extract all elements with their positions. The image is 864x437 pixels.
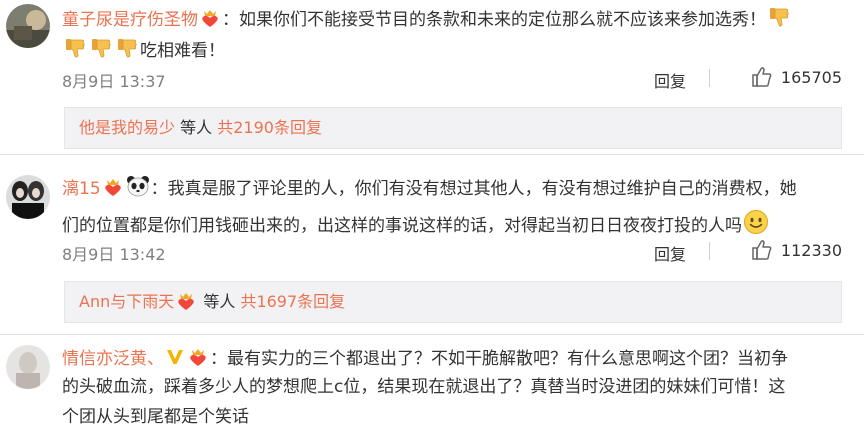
comment-username[interactable]: 情信亦泛黄、 xyxy=(62,349,164,369)
replies-summary-box[interactable]: 他是我的易少 等人 共2190条回复 xyxy=(64,107,842,149)
vip-heart-crown-icon xyxy=(187,347,209,372)
comment-meta: 8月9日 13:37 回复 165705 xyxy=(62,66,842,92)
replies-count-link[interactable]: 共1697条回复 xyxy=(240,292,345,311)
comment-text: 童子尿是疗伤圣物 ：如果你们不能接受节目的条款和未来的定位那么就不应该来参加选秀！ xyxy=(62,5,850,34)
comment-time: 8月9日 13:42 xyxy=(62,245,166,264)
replies-mid-text: 等人 xyxy=(203,292,236,311)
smile-emoji xyxy=(743,209,769,240)
comment-text: 情信亦泛黄、 ：最有实力的三个都退出了？不如干脆解散吧？有什么意思啊这个团？当初争 xyxy=(62,347,850,372)
comment-username[interactable]: 童子尿是疗伤圣物 xyxy=(62,10,198,30)
comment-username[interactable]: 漓15 xyxy=(62,179,101,199)
like-count: 112330 xyxy=(780,240,842,260)
thumbs-down-emoji xyxy=(63,36,87,65)
reply-user-link[interactable]: Ann与下雨天 xyxy=(79,292,174,311)
like-button[interactable]: 112330 xyxy=(751,239,842,261)
vip-heart-crown-icon xyxy=(175,286,197,326)
thumbs-down-emoji xyxy=(89,36,113,65)
comment-body-line: ：如果你们不能接受节目的条款和未来的定位那么就不应该来参加选秀！ xyxy=(222,10,766,30)
vip-heart-crown-icon xyxy=(102,177,124,202)
comment-item: 童子尿是疗伤圣物 ：如果你们不能接受节目的条款和未来的定位那么就不应该来参加选秀！… xyxy=(0,0,864,152)
comment-item: 情信亦泛黄、 ：最有实力的三个都退出了？不如干脆解散吧？有什么意思啊这个团？当初争… xyxy=(0,335,864,437)
verified-v-icon xyxy=(165,347,185,372)
meta-divider xyxy=(709,69,710,87)
avatar-image xyxy=(6,4,50,48)
like-button[interactable]: 165705 xyxy=(751,66,842,88)
panda-emoji xyxy=(126,175,150,202)
vip-heart-crown-icon xyxy=(199,8,221,33)
replies-mid-text: 等人 xyxy=(180,118,213,137)
reply-button[interactable]: 回复 xyxy=(654,68,686,92)
reply-user-link[interactable]: 他是我的易少 xyxy=(79,118,175,137)
comment-body-line: ：我真是服了评论里的人，你们有没有想过其他人，有没有想过维护自己的消费权，她 xyxy=(150,179,797,199)
avatar[interactable] xyxy=(6,4,50,48)
thumbs-down-emoji xyxy=(115,36,139,65)
comment-body-line: 吃相难看！ xyxy=(140,41,225,61)
comment-text: 的头破血流，踩着多少人的梦想爬上c位，结果现在就退出了？真替当时没进团的妹妹们可… xyxy=(62,377,850,397)
comment-body-line: 的头破血流，踩着多少人的梦想爬上c位，结果现在就退出了？真替当时没进团的妹妹们可… xyxy=(62,377,786,397)
avatar[interactable] xyxy=(6,345,50,389)
replies-summary-box[interactable]: Ann与下雨天 等人 共1697条回复 xyxy=(64,281,842,323)
replies-count-link[interactable]: 共2190条回复 xyxy=(217,118,322,137)
comment-body-line: 们的位置都是你们用钱砸出来的，出这样的事说这样的话，对得起当初日日夜夜打投的人吗 xyxy=(62,216,742,236)
comment-time: 8月9日 13:37 xyxy=(62,72,166,91)
reply-button[interactable]: 回复 xyxy=(654,241,686,265)
avatar[interactable] xyxy=(6,175,50,219)
avatar-image xyxy=(6,175,50,219)
comment-text: 个团从头到尾都是个笑话 xyxy=(62,407,850,427)
comment-text: 吃相难看！ xyxy=(62,36,850,65)
comment-item: 漓15 ：我真是服了评论里的人，你们有没有想过其他人，有没有想过维护自己的消费权，… xyxy=(0,155,864,335)
comment-body-line: ：最有实力的三个都退出了？不如干脆解散吧？有什么意思啊这个团？当初争 xyxy=(210,349,788,369)
comment-text: 漓15 ：我真是服了评论里的人，你们有没有想过其他人，有没有想过维护自己的消费权，… xyxy=(62,175,850,202)
avatar-image xyxy=(6,345,50,389)
thumbs-up-icon xyxy=(752,240,772,260)
thumbs-up-icon xyxy=(752,67,772,87)
comment-meta: 8月9日 13:42 回复 112330 xyxy=(62,239,842,265)
comment-body-line: 个团从头到尾都是个笑话 xyxy=(62,407,249,427)
comment-text: 们的位置都是你们用钱砸出来的，出这样的事说这样的话，对得起当初日日夜夜打投的人吗 xyxy=(62,209,850,240)
like-count: 165705 xyxy=(780,67,842,87)
meta-divider xyxy=(709,242,710,260)
thumbs-down-emoji xyxy=(767,5,791,34)
